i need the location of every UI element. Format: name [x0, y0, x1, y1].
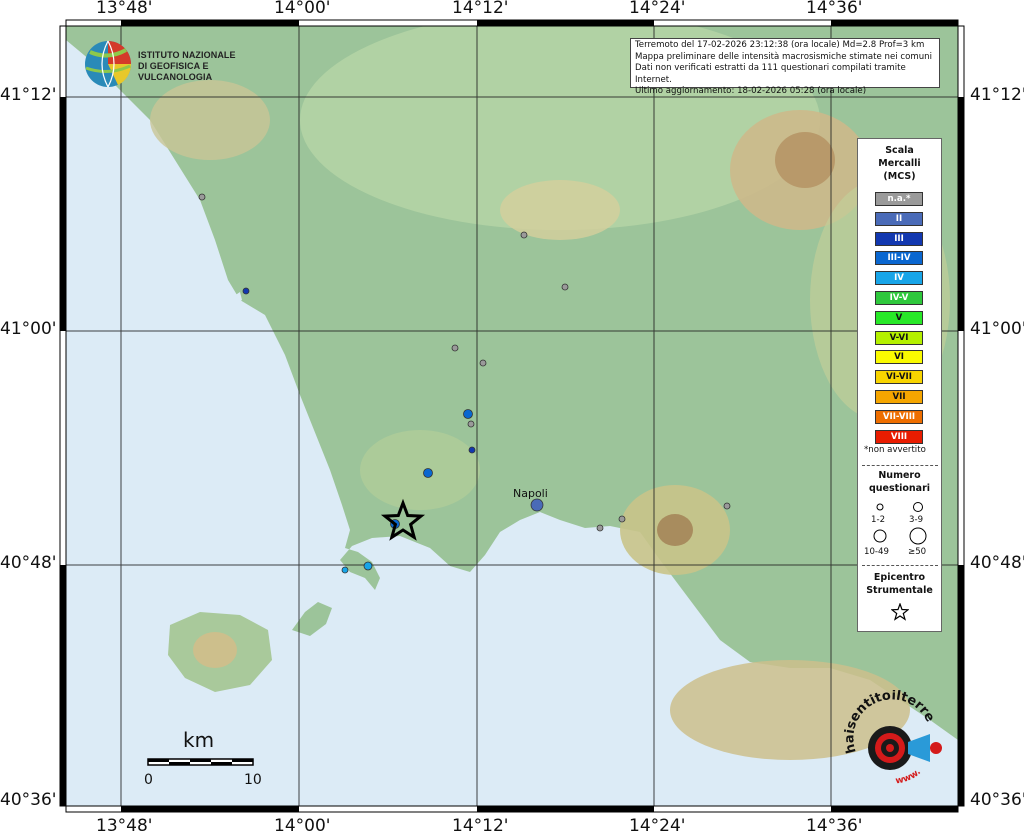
- info-line3: Dati non verificati estratti da 111 ques…: [635, 63, 906, 85]
- lat-label-right: 41°12': [970, 85, 1024, 105]
- scale-bar: [147, 758, 254, 766]
- lon-label-top: 13°48': [96, 0, 153, 18]
- info-line2: Mappa preliminare delle intensità macros…: [635, 51, 932, 62]
- legend-swatch: III-IV: [875, 251, 923, 266]
- lat-label-right: 41°00': [970, 319, 1024, 339]
- lat-label-right: 40°48': [970, 553, 1024, 573]
- ingv-globe-icon: [85, 40, 132, 88]
- lon-label-bottom: 14°24': [629, 816, 686, 836]
- point-III-IV: [463, 409, 473, 419]
- scale-min-label: 0: [144, 772, 153, 788]
- hai-sentito-badge: haisentitoilterremoto.it www.: [831, 679, 948, 800]
- epicenter-title-1: Epicentro: [873, 572, 926, 583]
- point-na: [596, 524, 604, 532]
- legend-title-1: Scala: [885, 145, 914, 156]
- megaphone-icon: [908, 734, 930, 762]
- relief-nw: [150, 80, 270, 160]
- point-na: [618, 515, 626, 523]
- legend-swatch: II: [875, 211, 923, 226]
- lat-label-left: 40°48': [0, 553, 57, 573]
- relief-ne-core: [775, 132, 835, 188]
- count-symbol-large: [873, 529, 887, 543]
- lon-label-bottom: 13°48': [96, 816, 153, 836]
- point-na: [561, 283, 569, 291]
- point-na: [479, 359, 487, 367]
- count-symbol-medium: [913, 502, 923, 512]
- legend-note: *non avvertito: [864, 445, 926, 455]
- point-II: [530, 498, 544, 512]
- scale-max-label: 10: [244, 772, 262, 788]
- relief-campi: [360, 430, 480, 510]
- lon-label-top: 14°36': [806, 0, 863, 18]
- point-na: [198, 193, 206, 201]
- point-na: [451, 344, 459, 352]
- vesuvius-core: [657, 514, 693, 546]
- point-na: [520, 231, 528, 239]
- count-symbol-small: [876, 503, 884, 511]
- svg-text:www.: www.: [895, 767, 923, 786]
- point-IV: [363, 561, 373, 571]
- count-label-4: ≥50: [908, 547, 927, 557]
- lat-label-right: 40°36': [970, 790, 1024, 810]
- legend-swatch: VII-VIII: [875, 409, 923, 424]
- count-title-1: Numero: [878, 470, 921, 481]
- legend-title-3: (MCS): [883, 171, 916, 182]
- point-na: [723, 502, 731, 510]
- ingv-logo: ISTITUTO NAZIONALE DI GEOFISICA E VULCAN…: [82, 38, 262, 90]
- point-III: [242, 287, 250, 295]
- legend-swatch: V-VI: [875, 330, 923, 345]
- lat-label-left: 40°36': [0, 790, 57, 810]
- epicenter-title-2: Strumentale: [866, 585, 933, 596]
- lat-label-left: 41°12': [0, 85, 57, 105]
- point-IV: [341, 566, 349, 574]
- scale-unit-label: km: [183, 728, 215, 752]
- badge-prefix: www.: [895, 767, 923, 786]
- lon-label-bottom: 14°36': [806, 816, 863, 836]
- ischia-relief: [193, 632, 237, 668]
- legend-swatch: IV-V: [875, 291, 923, 305]
- logo-line1: ISTITUTO NAZIONALE: [138, 50, 236, 60]
- point-na: [467, 420, 475, 428]
- lon-label-bottom: 14°12': [452, 816, 509, 836]
- badge-graphic: haisentitoilterremoto.it www.: [831, 679, 942, 786]
- legend-swatch: VIII: [875, 429, 923, 444]
- legend-swatch: IV: [875, 271, 923, 286]
- point-III-IV: [423, 468, 433, 478]
- lon-label-top: 14°12': [452, 0, 509, 18]
- legend-swatch: VII: [875, 390, 923, 404]
- legend-divider: [862, 465, 938, 466]
- point-III: [468, 446, 476, 454]
- info-line4: Ultimo aggiornamento: 18-02-2026 05:28 (…: [635, 86, 867, 97]
- legend-swatch: VI: [875, 350, 923, 365]
- lat-label-left: 41°00': [0, 319, 57, 339]
- lon-label-bottom: 14°00': [274, 816, 331, 836]
- legend-swatch: n.a.*: [875, 192, 923, 206]
- epicenter-star-icon: [891, 603, 909, 621]
- count-label-1: 1-2: [871, 515, 886, 525]
- legend-divider: [862, 565, 938, 566]
- lon-label-top: 14°00': [274, 0, 331, 18]
- lon-label-top: 14°24': [629, 0, 686, 18]
- event-info-box: Terremoto del 17-02-2026 23:12:38 (ora l…: [630, 38, 940, 96]
- count-symbol-xlarge: [909, 527, 927, 545]
- count-label-3: 10-49: [864, 547, 889, 557]
- logo-line2: DI GEOFISICA E VULCANOLOGIA: [138, 61, 213, 82]
- legend-swatch: V: [875, 310, 923, 325]
- legend-swatch: III: [875, 231, 923, 246]
- legend-swatch: VI-VII: [875, 370, 923, 385]
- relief-mid: [500, 180, 620, 240]
- info-line1: Terremoto del 17-02-2026 23:12:38 (ora l…: [635, 40, 925, 50]
- city-label-napoli: Napoli: [513, 487, 548, 500]
- count-label-2: 3-9: [909, 515, 924, 525]
- mcs-legend: Scala Mercalli (MCS) n.a.* II III III-IV IV I…: [857, 138, 942, 632]
- count-title-2: questionari: [868, 483, 931, 494]
- legend-title-2: Mercalli: [878, 158, 921, 169]
